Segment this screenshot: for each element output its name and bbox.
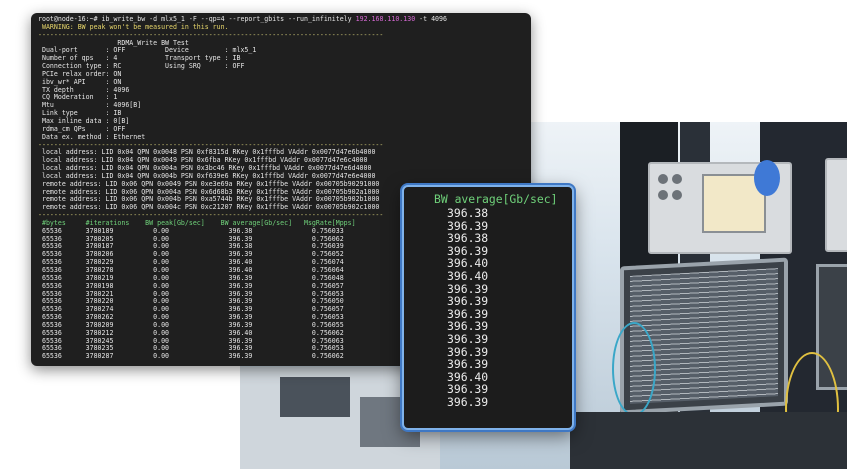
blue-tag (754, 160, 780, 196)
bw-average-zoom-panel: BW average[Gb/sec] 396.38 396.39 396.38 396… (402, 185, 574, 430)
command-text: ib_write_bw -d mlx5_1 -F --qp=4 --report… (101, 15, 352, 23)
zoom-header: BW average[Gb/sec] (434, 192, 558, 206)
zoom-value: 396.39 (447, 394, 489, 409)
config-block: Dual-port : OFF Device : mlx5_1 Number o… (38, 47, 527, 141)
zoom-value: 396.40 (447, 268, 489, 283)
command-ip: 192.168.110.130 (355, 15, 416, 23)
zoom-value: 396.38 (447, 206, 489, 220)
lab-table (570, 412, 847, 469)
shell-prompt: root@node-16:~# (38, 15, 98, 23)
zoom-values: 396.38 396.39 396.38 396.39 396.40 396.40 396.… (447, 207, 488, 409)
cable (612, 322, 656, 416)
zoom-value: 396.39 (447, 331, 489, 346)
command-tail: -t 4096 (419, 15, 447, 23)
oscilloscope (825, 158, 847, 252)
zoom-value: 396.39 (447, 357, 489, 372)
zoom-value: 396.38 (447, 231, 489, 246)
zoom-value: 396.39 (447, 294, 489, 309)
